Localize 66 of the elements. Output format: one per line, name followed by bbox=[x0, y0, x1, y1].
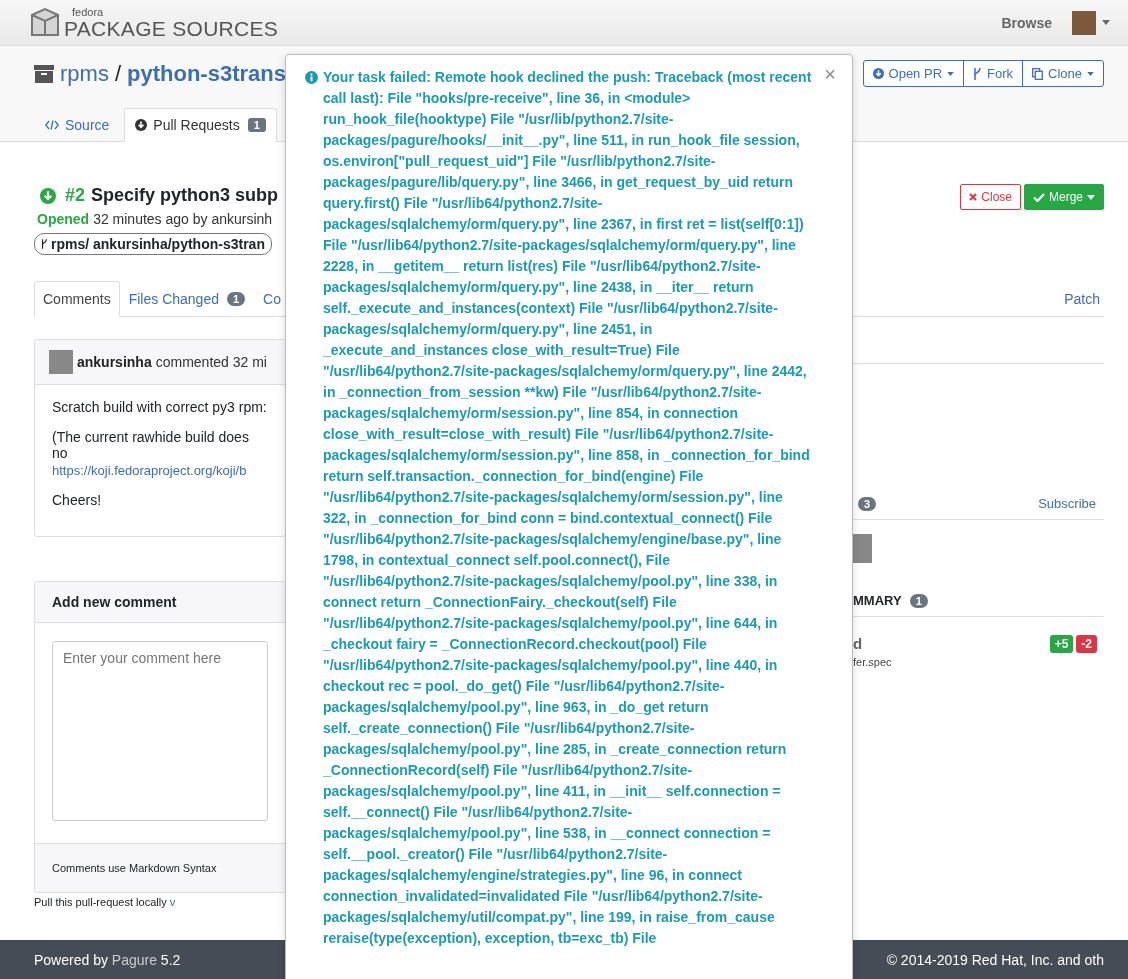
avatar-icon bbox=[853, 534, 872, 563]
count-badge: 3 bbox=[858, 496, 877, 511]
close-button[interactable]: × bbox=[824, 64, 836, 84]
author-link[interactable]: ankursinha bbox=[77, 354, 152, 370]
repo-name-link[interactable]: python-s3trans bbox=[127, 60, 286, 87]
count-badge: 1 bbox=[226, 292, 246, 306]
pull-locally-text: Pull this pull-request locally bbox=[34, 896, 167, 908]
card-title: Add new comment bbox=[52, 594, 177, 610]
file-status-text: d bbox=[853, 635, 864, 652]
repo-action-button[interactable]: Clone bbox=[1022, 60, 1104, 87]
fork-icon bbox=[973, 67, 983, 80]
repo-action-button[interactable]: Fork bbox=[963, 60, 1024, 87]
removed-lines-badge: -2 bbox=[1076, 635, 1097, 653]
archive-icon bbox=[34, 64, 54, 83]
site-logo[interactable]: fedora PACKAGE SOURCES bbox=[30, 6, 279, 39]
status-text: Opened bbox=[37, 211, 90, 227]
caret-icon bbox=[1102, 20, 1110, 25]
repo-tab[interactable]: Source bbox=[34, 108, 121, 142]
added-lines-badge: +5 bbox=[1049, 635, 1074, 653]
pr-action-button[interactable]: Merge bbox=[1024, 184, 1104, 210]
pr-meta-text: 32 minutes ago by ankursinh bbox=[93, 211, 273, 227]
count-badge: 1 bbox=[247, 118, 266, 132]
check-icon bbox=[1033, 192, 1045, 202]
copy-icon bbox=[1032, 67, 1044, 80]
download-circle-icon bbox=[872, 68, 884, 79]
toggle-link[interactable]: v bbox=[169, 896, 176, 908]
pr-tab[interactable]: Comments bbox=[34, 281, 120, 317]
error-message: Your task failed: Remote hook declined the push: Traceback (most recent call last): File "hooks/pre-receive", line 36, in <module> run_hook_file(hooktype) File "/usr/lib/python2.7/site-packages/pagure/hooks/__init__.py", line 511, in run_hook_file session, os.environ["pull_request_uid"] File "/usr/lib/python2.7/site-packages/pagure/lib/query.py", line 3466, in get_request_by_uid return query.first() File "/usr/lib64/python2.7/site-packages/sqlalchemy/orm/query.py", line 2367, in first ret = list(self[0:1]) File "/usr/lib64/python2.7/site-packages/sqlalchemy/orm/query.py", line 2228, in __getitem__ return list(res) File "/usr/lib64/python2.7/site-packages/sqlalchemy/orm/query.py", line 2438, in __iter__ return self._execute_and_instances(context) File "/usr/lib64/python2.7/site-packages/sqlalchemy/orm/query.py", line 2451, in _execute_and_instances close_with_result=True) File "/usr/lib64/python2.7/site-packages/sqlalchemy/orm/query.py", line 2442, in _connection_from_session **kw) File "/usr/lib64/python2.7/site-packages/sqlalchemy/orm/session.py", line 854, in connection close_with_result=close_with_result) File "/usr/lib64/python2.7/site-packages/sqlalchemy/orm/session.py", line 858, in _connection_for_bind return self.transaction._connection_for_bind(engine) File "/usr/lib64/python2.7/site-packages/sqlalchemy/orm/session.py", line 322, in _connection_for_bind conn = bind.contextual_connect() File "/usr/lib64/python2.7/site-packages/sqlalchemy/engine/base.py", line 1798, in contextual_connect self.pool.connect(), File "/usr/lib64/python2.7/site-packages/sqlalchemy/pool.py", line 338, in connect return _ConnectionFairy._checkout(self) File "/usr/lib64/python2.7/site-packages/sqlalchemy/pool.py", line 644, in _checkout fairy = _ConnectionRecord.checkout(pool) File "/usr/lib64/python2.7/site-packages/sqlalchemy/pool.py", line 440, in checkout rec = pool._do_get() File "/usr/lib64/python2.7/site-packages/sqlalchemy/pool.py", line 963, in _do_get return self._create_connection() File "/usr/lib64/python2.7/site-packages/sqlalchemy/pool.py", line 285, in _create_connection return _ConnectionRecord(self) File "/usr/lib64/python2.7/site-packages/sqlalchemy/pool.py", line 411, in __init__ self.connection = self.__connect() File "/usr/lib64/python2.7/site-packages/sqlalchemy/pool.py", line 538, in __connect connection = self.__pool._creator() File "/usr/lib64/python2.7/site-packages/sqlalchemy/engine/strategies.py", line 96, in connect connection_invalidated=invalidated File "/usr/lib64/python2.7/site-packages/sqlalchemy/util/compat.py", line 199, in raise_from_cause reraise(type(exception), exception, tb=exc_tb) File bbox=[323, 68, 812, 948]
comment-text: Cheers! bbox=[52, 492, 103, 508]
download-circle-icon bbox=[135, 119, 148, 131]
code-icon bbox=[45, 120, 59, 130]
caret-icon bbox=[1087, 194, 1095, 200]
file-path: fer.spec bbox=[853, 656, 892, 668]
pr-number: #2 bbox=[65, 185, 86, 206]
comment-text: (The current rawhide build does no bbox=[52, 429, 250, 461]
download-circle-icon bbox=[40, 187, 56, 204]
brand-text: PACKAGE SOURCES bbox=[64, 17, 279, 39]
repo-action-button[interactable]: Open PR bbox=[862, 60, 965, 87]
brand-small-text: fedora bbox=[72, 6, 105, 18]
build-link[interactable]: https://koji.fedoraproject.org/koji/b bbox=[52, 463, 268, 478]
nav-link[interactable]: Browse bbox=[1001, 14, 1052, 31]
avatar-icon bbox=[49, 350, 73, 374]
user-menu-button[interactable] bbox=[1072, 10, 1110, 35]
fork-icon bbox=[41, 238, 48, 250]
branch-text: rpms/ ankursinha/python-s3tran bbox=[51, 236, 265, 252]
patch-link[interactable]: Patch bbox=[1064, 291, 1100, 307]
comment-text: Scratch build with correct py3 rpm: bbox=[52, 399, 268, 415]
close-icon bbox=[969, 193, 978, 201]
comment-input[interactable]: Enter your comment here bbox=[52, 641, 268, 821]
copyright-text: © 2014-2019 Red Hat, Inc. and oth bbox=[886, 951, 1104, 968]
powered-by-text: Powered by Pagure 5.2 bbox=[34, 951, 181, 968]
subscribe-link[interactable]: Subscribe bbox=[1038, 496, 1096, 511]
count-badge: 1 bbox=[909, 593, 928, 608]
repo-tab[interactable]: Pull Requests 1 bbox=[124, 108, 277, 142]
info-icon bbox=[305, 71, 318, 84]
pagure-link[interactable]: Pagure bbox=[111, 951, 157, 968]
box-icon bbox=[30, 6, 60, 39]
avatar-icon bbox=[1072, 10, 1096, 35]
section-title: MMARY bbox=[853, 593, 902, 608]
pr-action-button[interactable]: Close bbox=[960, 184, 1021, 210]
pr-tab[interactable]: Files Changed 1 bbox=[119, 281, 255, 317]
path-separator: / bbox=[114, 60, 121, 87]
namespace-link[interactable]: rpms bbox=[60, 60, 109, 87]
pr-title: Specify python3 subp bbox=[91, 185, 279, 206]
markdown-hint: Comments use Markdown Syntax bbox=[52, 862, 217, 874]
comment-meta: commented 32 mi bbox=[155, 354, 267, 370]
